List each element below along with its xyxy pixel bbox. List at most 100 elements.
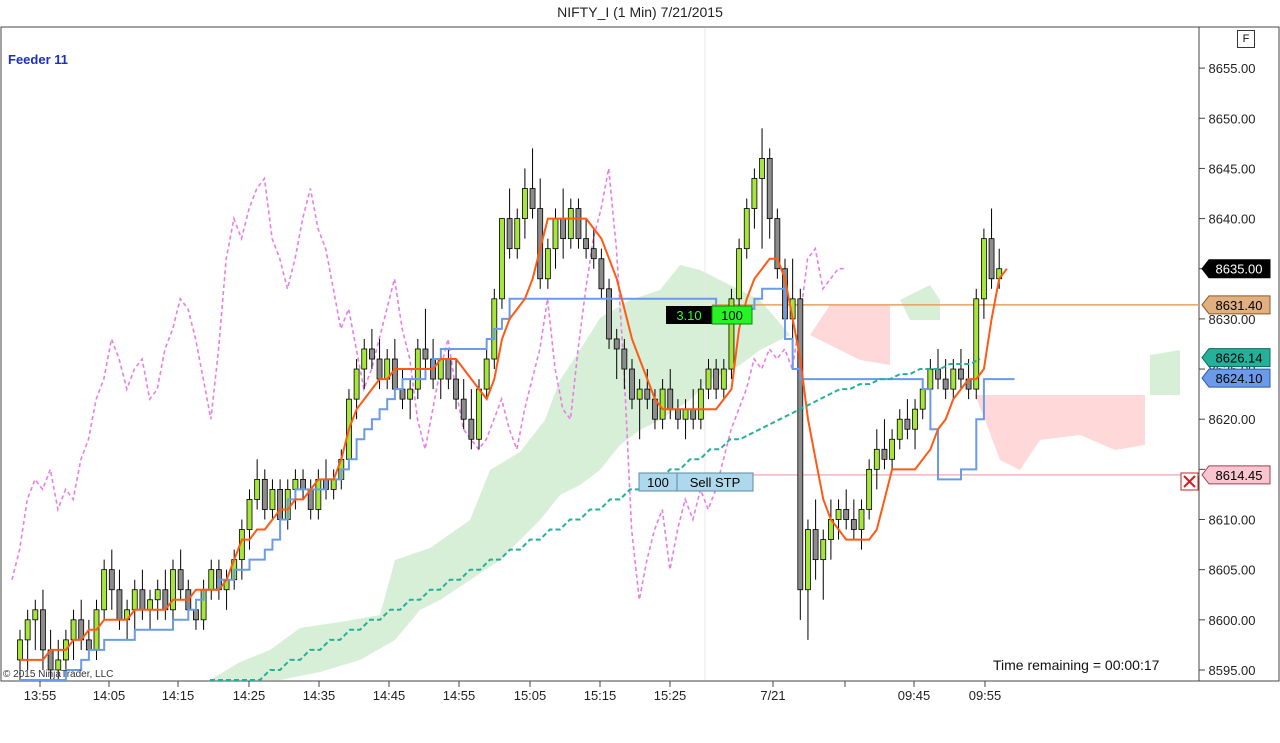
candle-body <box>422 348 429 360</box>
candle[interactable] <box>797 288 804 620</box>
candle-body <box>720 368 727 390</box>
candle-body <box>659 388 666 420</box>
candle-body <box>560 218 567 240</box>
candle-body <box>376 358 383 380</box>
x-tick-label: 15:05 <box>514 688 547 703</box>
candle-body <box>292 478 299 490</box>
candle-body <box>743 208 750 250</box>
candle-body <box>835 509 842 520</box>
price-marker-label: 8614.45 <box>1216 468 1263 483</box>
candle-body <box>40 609 46 651</box>
stop-label: Sell STP <box>690 475 741 490</box>
x-tick-label: 15:15 <box>584 688 617 703</box>
x-tick-label: 14:05 <box>93 688 126 703</box>
price-marker-slow: 8624.10 <box>1201 368 1271 388</box>
candle-body <box>116 589 123 621</box>
candle-body <box>942 378 949 390</box>
candle-body <box>85 639 92 651</box>
feeder-label: Feeder 11 <box>8 52 68 67</box>
chart-canvas[interactable]: 8595.008600.008605.008610.008615.008620.… <box>0 0 1280 743</box>
candle-body <box>70 619 77 641</box>
stop-order-marker[interactable]: 100 Sell STP <box>638 472 754 492</box>
cloud-green <box>1150 350 1180 395</box>
candle-body <box>889 438 895 460</box>
candle-body <box>690 408 697 420</box>
price-marker-label: 8626.14 <box>1216 351 1263 366</box>
candle-body <box>300 478 306 490</box>
time-axis: 13:55 14:05 14:15 14:25 14:35 14:45 14:55 15:05… <box>24 681 1002 703</box>
candle-body <box>981 238 987 300</box>
candle-body <box>522 188 528 219</box>
x-tick-label: 09:45 <box>898 688 931 703</box>
candle-body <box>606 288 612 340</box>
candle-body <box>460 398 467 420</box>
candle-body <box>583 238 589 250</box>
candle-body <box>858 509 865 530</box>
x-tick-label: 14:25 <box>233 688 266 703</box>
candle-body <box>912 408 918 430</box>
y-tick-label: 8645.00 <box>1209 161 1256 176</box>
y-tick-label: 8610.00 <box>1209 513 1256 528</box>
candle-body <box>254 478 261 500</box>
candle-body <box>514 218 521 250</box>
candle-body <box>476 388 482 440</box>
candle[interactable] <box>774 208 781 279</box>
candle-body <box>935 368 941 380</box>
candle-body <box>843 509 850 520</box>
candle[interactable] <box>728 288 735 380</box>
candle-body <box>139 589 146 611</box>
candle-body <box>108 569 115 591</box>
candle-body <box>315 478 322 510</box>
candle-body <box>368 348 375 360</box>
x-tick-label: 15:25 <box>654 688 687 703</box>
copyright-text: © 2015 NinjaTrader, LLC <box>3 669 114 680</box>
candle-body <box>131 589 138 611</box>
candle-body <box>705 368 712 390</box>
time-remaining: Time remaining = 00:00:17 <box>993 657 1160 673</box>
price-marker-last: 8635.00 <box>1201 259 1271 279</box>
candle-body <box>797 298 804 591</box>
candle-body <box>866 468 873 510</box>
cancel-stop-icon[interactable] <box>1180 472 1199 491</box>
candle-body <box>24 619 31 641</box>
x-tick-label: 13:55 <box>24 688 57 703</box>
x-tick-label: 09:55 <box>969 688 1002 703</box>
y-tick-label: 8595.00 <box>1209 663 1256 678</box>
candle-body <box>667 388 674 410</box>
y-tick-label: 8655.00 <box>1209 61 1256 76</box>
candle-body <box>353 368 360 400</box>
candle-body <box>873 448 880 470</box>
price-marker-label: 8631.40 <box>1216 298 1263 313</box>
candle-body <box>154 589 161 601</box>
price-marker-position: 8631.40 <box>1201 295 1271 315</box>
f-button[interactable]: F <box>1237 30 1255 48</box>
candle-body <box>575 208 582 240</box>
candle-body <box>636 388 643 400</box>
position-marker[interactable]: 3.10 100 <box>666 305 753 325</box>
candle-body <box>483 358 490 390</box>
candle-body <box>32 609 39 621</box>
candle[interactable] <box>973 288 980 400</box>
y-tick-label: 8620.00 <box>1209 412 1256 427</box>
candle[interactable] <box>499 218 505 309</box>
candle-body <box>407 388 414 400</box>
candle-body <box>506 218 513 250</box>
price-marker-label: 8624.10 <box>1216 371 1263 386</box>
candle-body <box>193 609 199 621</box>
candle-body <box>399 388 406 400</box>
x-tick-label: 14:35 <box>303 688 336 703</box>
candle[interactable] <box>606 278 612 349</box>
y-tick-label: 8600.00 <box>1209 613 1256 628</box>
candle-body <box>904 418 911 430</box>
candle-body <box>759 157 765 179</box>
candle-body <box>391 358 398 390</box>
candle-body <box>445 358 452 380</box>
price-marker-teal: 8626.14 <box>1201 348 1271 368</box>
candle-body <box>958 368 964 380</box>
candle-body <box>736 248 742 300</box>
candle-body <box>468 418 475 440</box>
price-marker-label: 8635.00 <box>1216 262 1263 277</box>
candle-body <box>361 348 368 370</box>
candle-body <box>598 258 605 290</box>
candle-body <box>453 378 459 400</box>
